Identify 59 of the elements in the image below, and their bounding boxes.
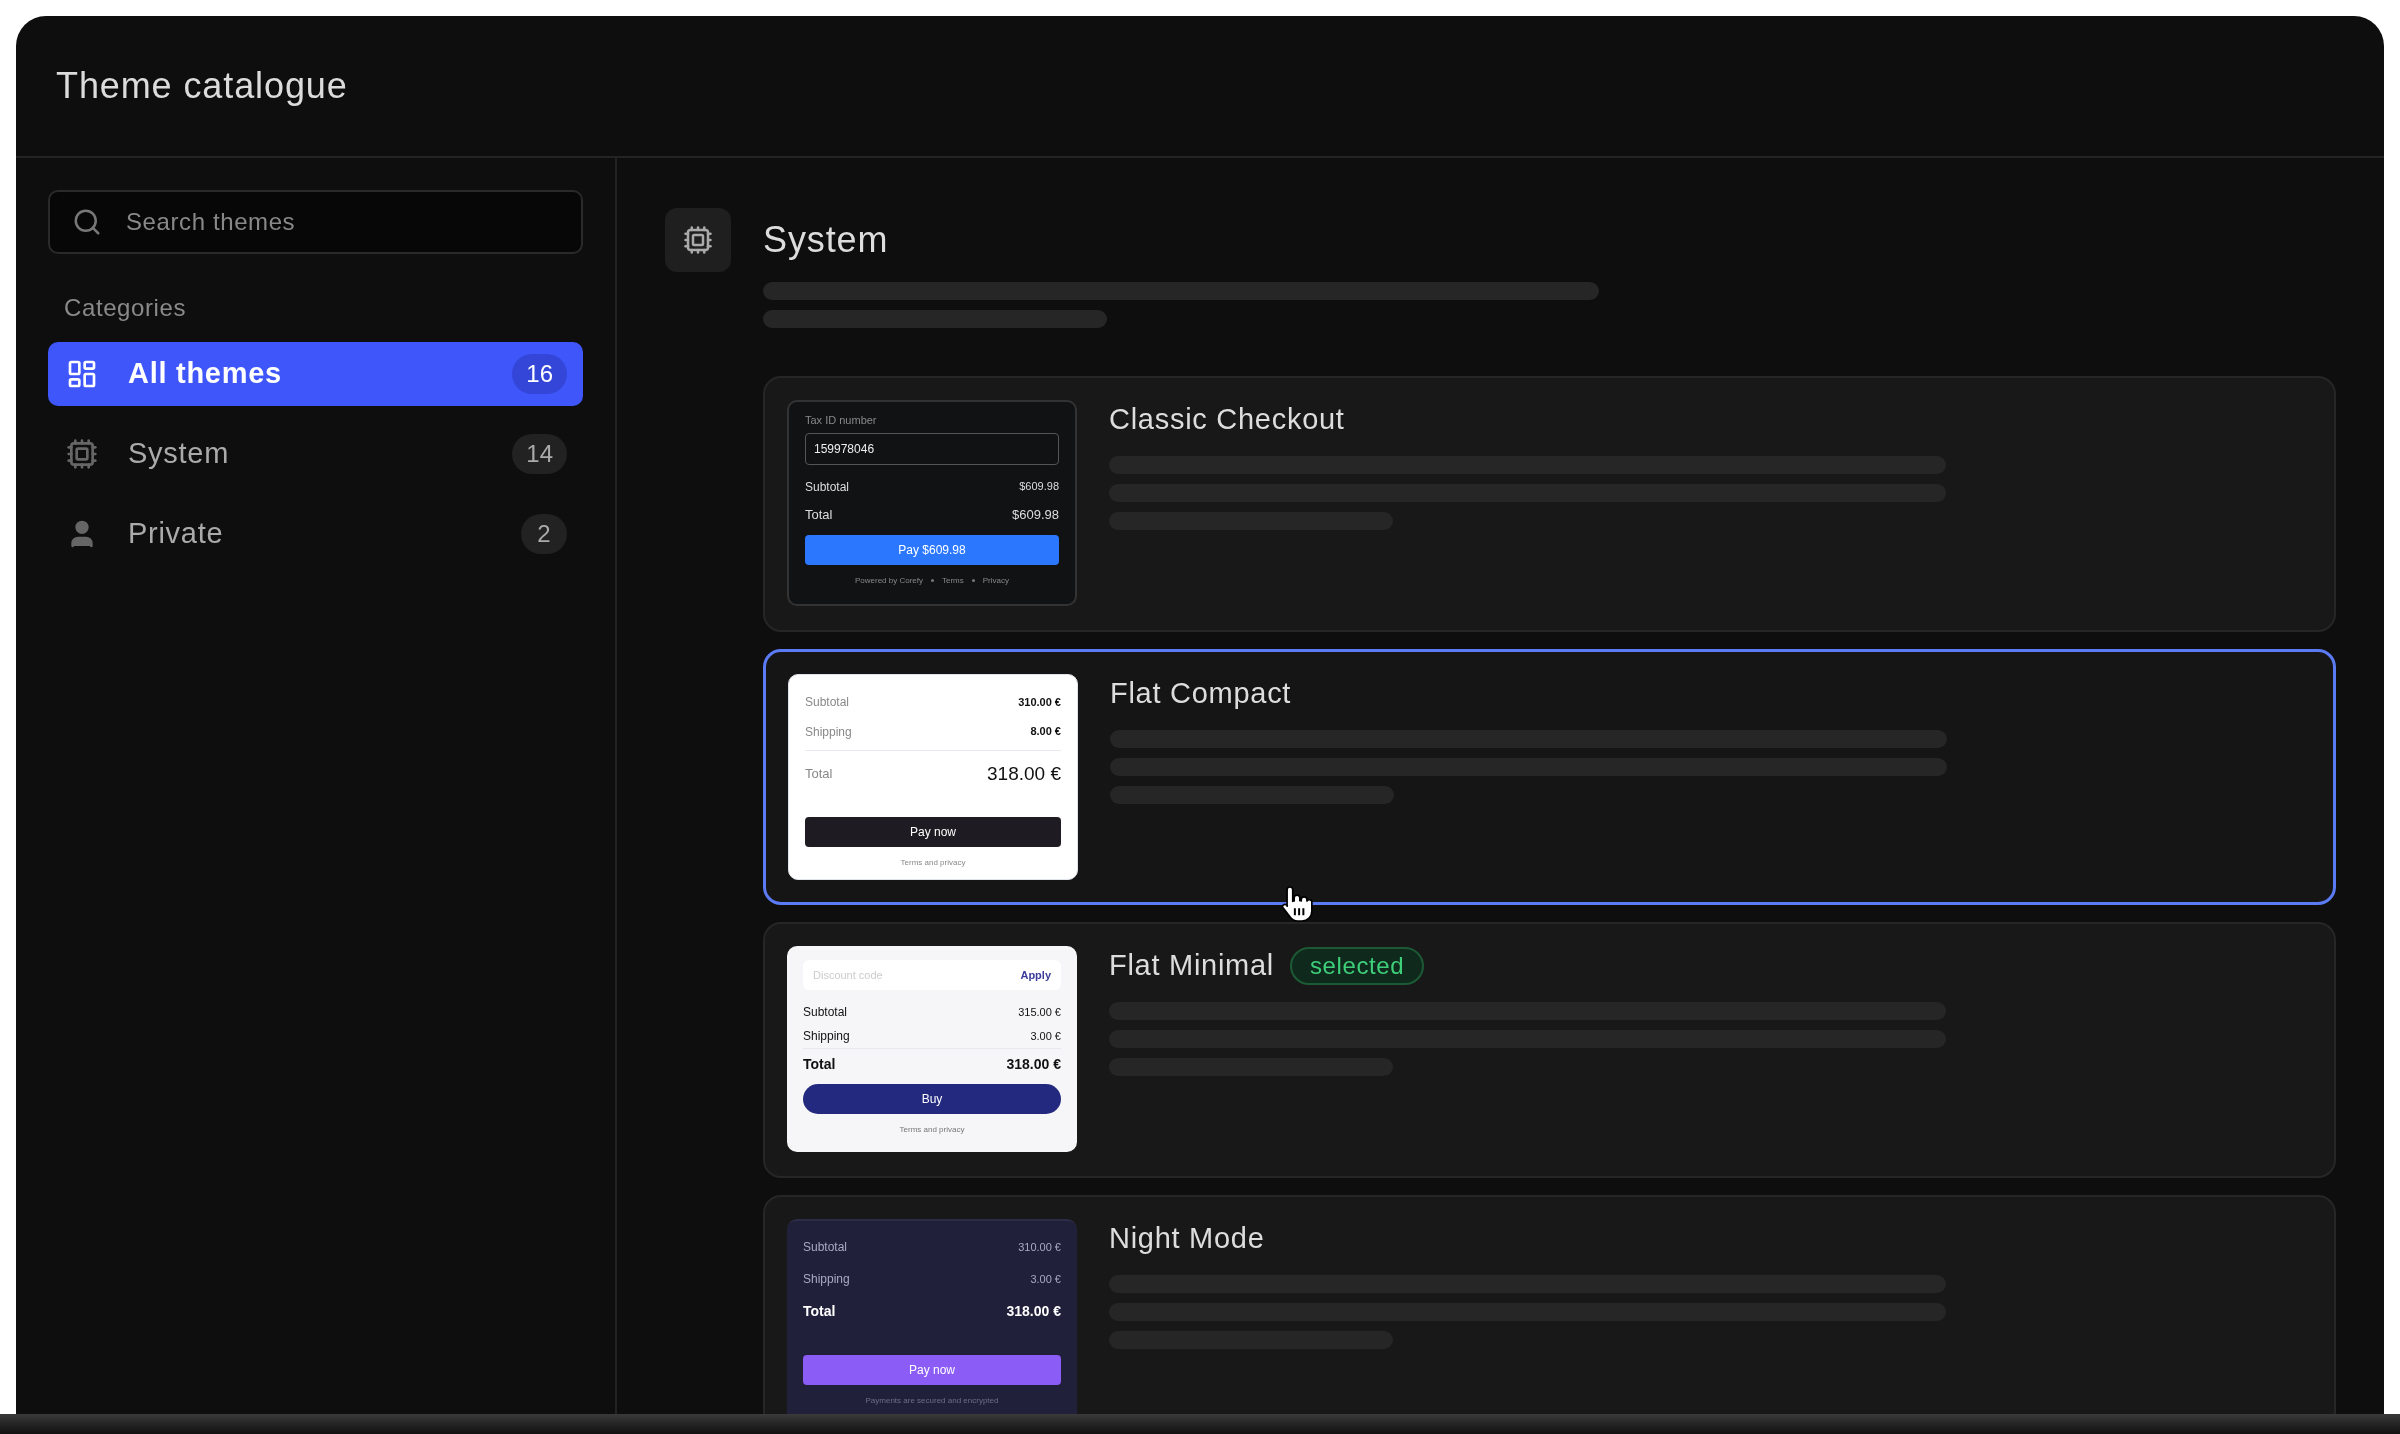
category-item[interactable]: Private 2 bbox=[48, 502, 583, 566]
row-value: 310.00 € bbox=[1018, 694, 1061, 710]
chip-icon bbox=[683, 225, 713, 255]
row-label: Shipping bbox=[803, 1028, 850, 1045]
theme-name: Classic Checkout bbox=[1109, 402, 1345, 438]
total-label: Total bbox=[803, 1301, 836, 1321]
section-label: Categories bbox=[64, 293, 188, 323]
total-label: Total bbox=[805, 505, 833, 524]
footer-link[interactable]: Powered by Corefy bbox=[854, 574, 923, 587]
pay-button[interactable]: Pay now bbox=[805, 817, 1061, 847]
total-value: 318.00 € bbox=[1006, 1301, 1061, 1321]
theme-name: Flat Minimal bbox=[1109, 948, 1274, 984]
grid-icon bbox=[66, 358, 98, 390]
row-label: Subtotal bbox=[805, 693, 850, 711]
pay-button[interactable]: Pay $609.98 bbox=[805, 534, 1059, 565]
pay-button[interactable]: Pay now bbox=[803, 1355, 1061, 1385]
search-icon bbox=[72, 207, 102, 237]
count-badge: 2 bbox=[521, 514, 567, 554]
window-title: Theme catalogue bbox=[56, 64, 348, 108]
total-value: $609.98 bbox=[1012, 505, 1059, 524]
theme-name: Night Mode bbox=[1109, 1221, 1265, 1257]
total-value: 318.00 € bbox=[1006, 1055, 1061, 1074]
apply-link[interactable]: Apply bbox=[1020, 966, 1051, 984]
category-label: System bbox=[128, 436, 231, 472]
category-label: Private bbox=[128, 516, 225, 552]
section-heading: System bbox=[763, 218, 890, 262]
row-label: Subtotal bbox=[805, 478, 850, 496]
row-label: Subtotal bbox=[803, 1239, 848, 1256]
theme-name: Flat Compact bbox=[1110, 676, 1292, 712]
pay-button[interactable]: Buy bbox=[803, 1084, 1061, 1114]
count-badge: 14 bbox=[512, 434, 567, 474]
hand-cursor-icon bbox=[1280, 884, 1314, 924]
row-value: 8.00 € bbox=[1030, 724, 1061, 740]
theme-card[interactable]: Subtotal 310.00 € Shipping 3.00 € Total 318.00 € Pay now Payments are secured and encrypted Night Mode bbox=[763, 1195, 2336, 1416]
footer-link[interactable]: Terms and privacy bbox=[900, 857, 966, 869]
total-label: Total bbox=[805, 765, 833, 784]
row-value: 310.00 € bbox=[1018, 1239, 1061, 1255]
total-label: Total bbox=[803, 1055, 836, 1074]
footer-link[interactable]: Terms and privacy bbox=[899, 1124, 965, 1136]
selected-badge: selected bbox=[1290, 947, 1425, 985]
row-value: 315.00 € bbox=[1018, 1004, 1061, 1020]
row-label: Shipping bbox=[805, 723, 852, 741]
row-label: Shipping bbox=[803, 1271, 850, 1288]
chip-icon bbox=[66, 438, 98, 470]
theme-card[interactable]: Tax ID number 159978046 Subtotal $609.98 Total $609.98 Pay $609.98 Powered by Corefy Terms Privacy Classic Checkout bbox=[763, 376, 2336, 632]
row-value: 3.00 € bbox=[1030, 1028, 1061, 1044]
category-item[interactable]: System 14 bbox=[48, 422, 583, 486]
category-item[interactable]: All themes 16 bbox=[48, 342, 583, 406]
row-value: 3.00 € bbox=[1030, 1271, 1061, 1287]
footer-link[interactable]: Terms bbox=[942, 574, 964, 587]
tax-id-field[interactable]: 159978046 bbox=[805, 432, 1059, 465]
total-value: 318.00 € bbox=[987, 762, 1061, 786]
category-label: All themes bbox=[128, 356, 283, 392]
field-label: Tax ID number bbox=[805, 413, 878, 428]
row-value: $609.98 bbox=[1019, 479, 1059, 495]
footer-link[interactable]: Privacy bbox=[982, 574, 1009, 587]
row-label: Subtotal bbox=[803, 1004, 848, 1021]
count-badge: 16 bbox=[512, 354, 567, 394]
search-field[interactable]: Search themes bbox=[48, 190, 583, 254]
